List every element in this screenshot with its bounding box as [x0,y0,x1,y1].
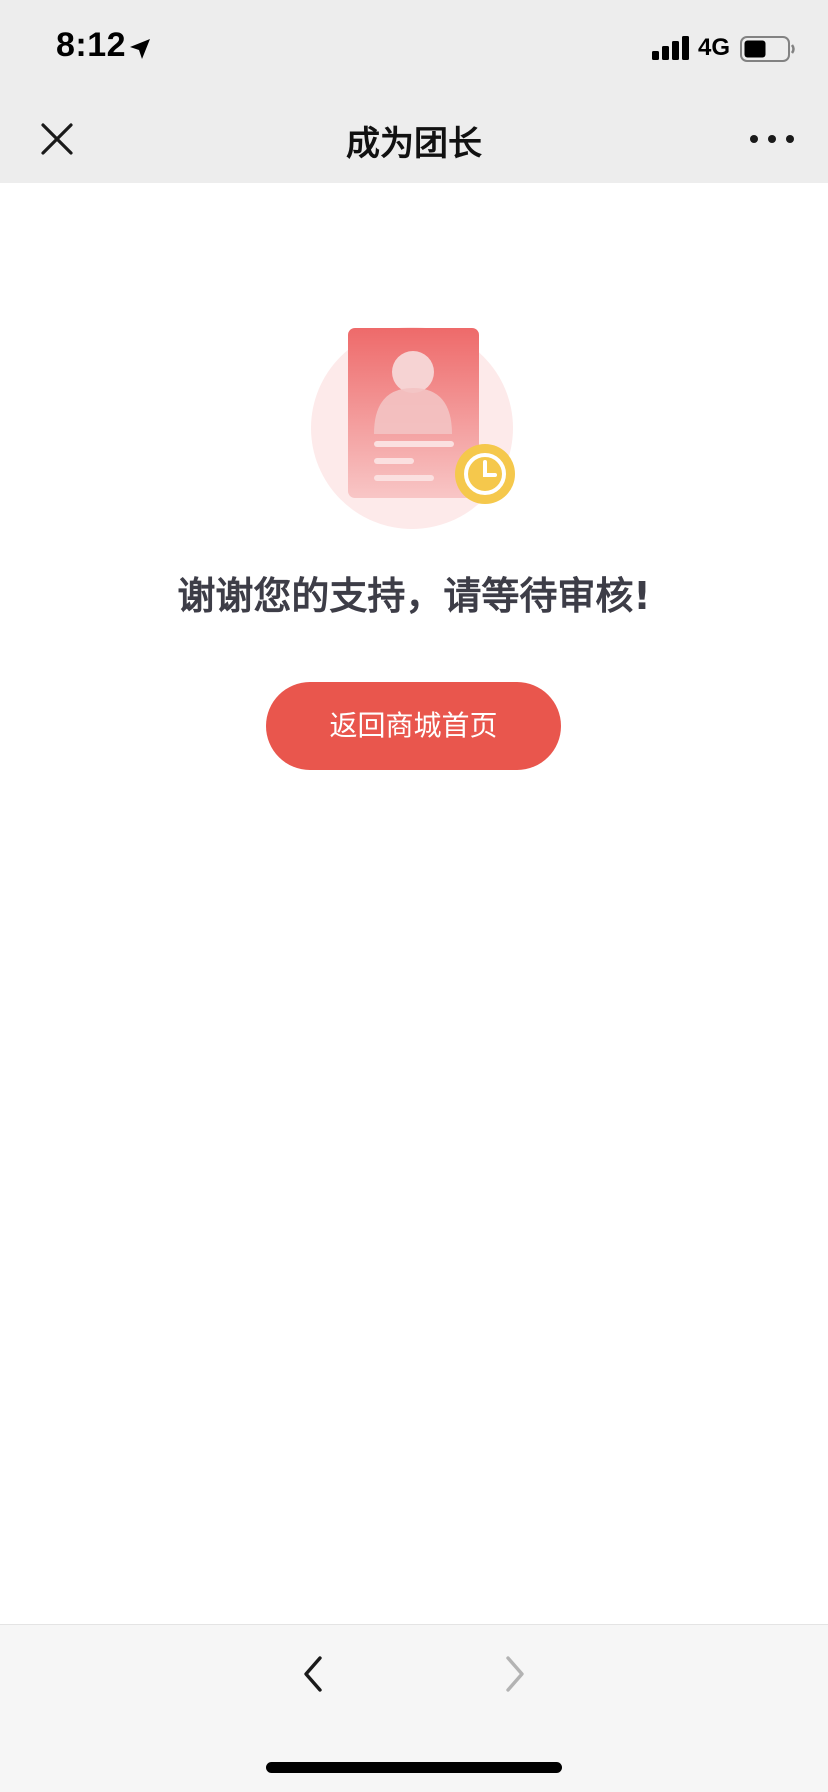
page-title: 成为团长 [346,124,482,164]
return-home-button[interactable]: 返回商城首页 [266,682,561,770]
forward-chevron-icon[interactable] [498,1652,532,1696]
avatar-head [392,351,434,393]
more-icon[interactable] [748,130,796,148]
signal-bars-icon [652,36,689,60]
network-type-label: 4G [698,34,731,61]
thanks-message: 谢谢您的支持，请等待审核! [177,574,651,618]
pending-review-illustration [311,327,515,529]
battery-icon [740,36,795,62]
back-chevron-icon[interactable] [296,1652,330,1696]
status-time: 8:12 [56,26,127,64]
app-screen: 8:12 4G 成为团长 谢谢您的支持，请等待审核! 返回商城首页 [0,0,828,1792]
location-arrow-icon [130,39,150,59]
clock-icon [455,444,515,504]
home-indicator [266,1762,562,1773]
close-icon[interactable] [40,122,74,156]
